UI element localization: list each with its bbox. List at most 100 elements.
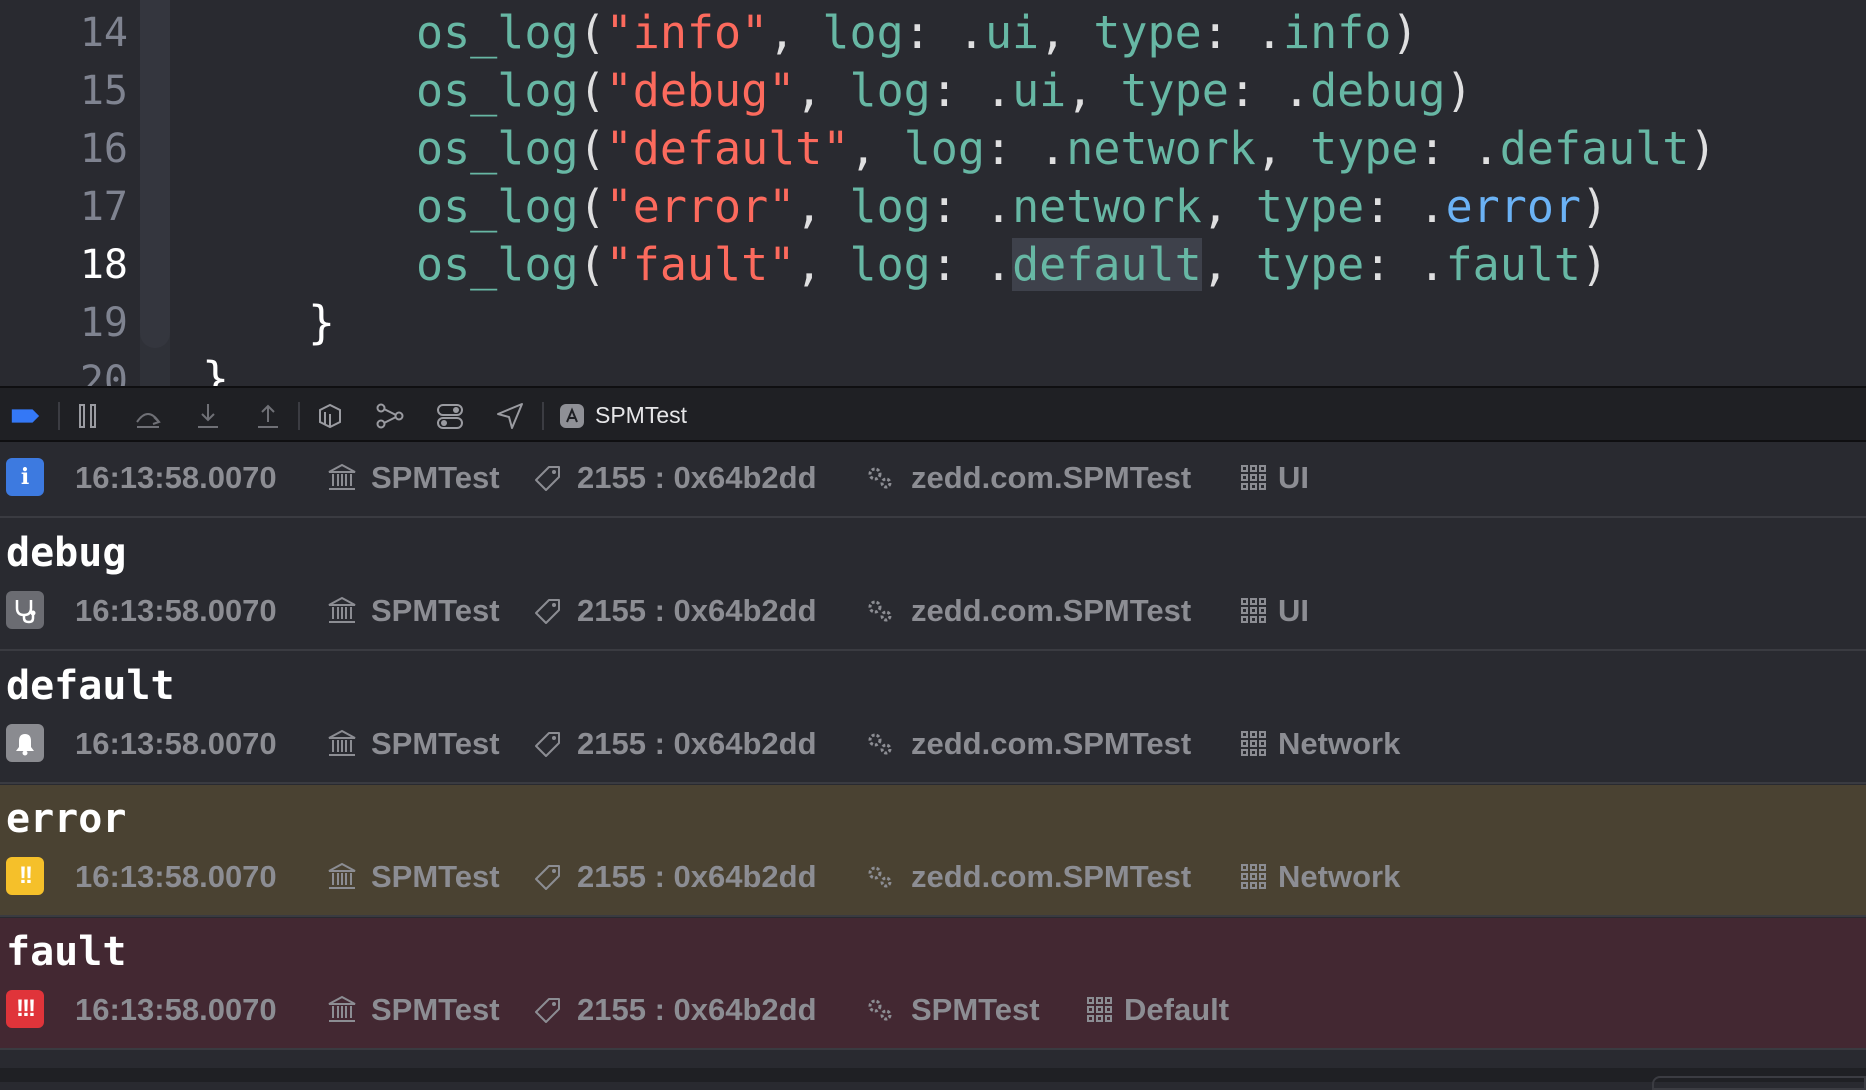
function-name: os_log [416, 180, 579, 233]
code-line-current[interactable]: os_log("fault", log: .default, type: .fa… [416, 236, 1608, 294]
log-process-thread[interactable]: 2155 : 0x64b2dd [577, 857, 817, 897]
step-over-icon[interactable] [132, 400, 164, 432]
log-process-thread[interactable]: 2155 : 0x64b2dd [577, 724, 817, 764]
stethoscope-icon [6, 591, 44, 629]
memory-graph-icon[interactable] [374, 400, 406, 432]
subsystem-gears-icon [864, 728, 896, 760]
dot: . [1039, 122, 1067, 175]
log-entry-debug[interactable]: debug 16:13:58.0070 SPMTest 2155 : 0x64b2dd… [0, 519, 1866, 651]
log-library[interactable]: SPMTest [371, 990, 500, 1030]
function-name: os_log [416, 64, 579, 117]
log-value: default [1012, 238, 1202, 291]
tag-icon [532, 861, 564, 893]
log-metadata: 16:13:58.0070 SPMTest 2155 : 0x64b2dd zedd.… [0, 724, 1866, 764]
log-subsystem[interactable]: SPMTest [911, 990, 1040, 1030]
colon: : [930, 180, 985, 233]
log-message: error [6, 796, 127, 842]
log-metadata: !!! 16:13:58.0070 SPMTest 2155 : 0x64b2dd SP… [0, 990, 1866, 1030]
console-log[interactable]: info i 16:13:58.0070 SPMTest 2155 : 0x64b2dd… [0, 442, 1866, 1082]
dot: . [984, 64, 1013, 117]
code-line[interactable]: os_log("debug", log: .ui, type: .debug) [416, 62, 1473, 120]
log-subsystem[interactable]: zedd.com.SPMTest [911, 724, 1191, 764]
colon: : [930, 64, 985, 117]
category-grid-icon [1238, 861, 1270, 893]
library-icon [326, 595, 358, 627]
target-name[interactable]: SPMTest [595, 399, 687, 431]
paren: ( [578, 6, 606, 59]
code-line[interactable]: os_log("default", log: .network, type: .… [416, 120, 1717, 178]
log-category[interactable]: Default [1124, 990, 1229, 1030]
type-value: info [1283, 6, 1392, 59]
source-editor[interactable]: 14 15 16 17 18 19 20 os_log("info", log:… [0, 0, 1866, 386]
log-category[interactable]: Network [1278, 724, 1400, 764]
comma: , [1201, 238, 1256, 291]
log-subsystem[interactable]: zedd.com.SPMTest [911, 458, 1191, 498]
log-entry-default[interactable]: default 16:13:58.0070 SPMTest 2155 : 0x64b2… [0, 652, 1866, 784]
log-category[interactable]: UI [1278, 591, 1309, 631]
log-library[interactable]: SPMTest [371, 458, 500, 498]
argument-label: type [1255, 180, 1365, 233]
log-process-thread[interactable]: 2155 : 0x64b2dd [577, 990, 817, 1030]
paren: ( [578, 180, 606, 233]
log-timestamp: 16:13:58.0070 [75, 992, 277, 1027]
log-library[interactable]: SPMTest [371, 724, 500, 764]
colon: : [1228, 64, 1283, 117]
environment-overrides-icon[interactable] [434, 400, 466, 432]
log-library[interactable]: SPMTest [371, 857, 500, 897]
log-subsystem[interactable]: zedd.com.SPMTest [911, 857, 1191, 897]
log-value: network [1066, 122, 1256, 175]
argument-label: log [903, 122, 985, 175]
app-target-icon[interactable] [556, 400, 588, 432]
pause-icon[interactable] [72, 400, 104, 432]
log-message: default [6, 663, 175, 709]
code-line[interactable]: os_log("error", log: .network, type: .er… [416, 178, 1608, 236]
comma: , [795, 180, 850, 233]
function-name: os_log [416, 238, 579, 291]
debug-bar: SPMTest [0, 386, 1866, 442]
log-entry-error[interactable]: error!! 16:13:58.0070 SPMTest 2155 : 0x64b2… [0, 785, 1866, 917]
info-level-badge: i [6, 458, 44, 496]
dot: . [1255, 6, 1283, 59]
filter-field[interactable] [1652, 1076, 1866, 1090]
string-literal: "debug" [605, 64, 796, 117]
log-value: network [1012, 180, 1202, 233]
log-category[interactable]: Network [1278, 857, 1400, 897]
library-icon [326, 462, 358, 494]
dot: . [1418, 180, 1446, 233]
tag-icon [532, 595, 564, 627]
closing-brace: } [308, 296, 336, 349]
toolbar-divider [542, 402, 544, 430]
log-value: ui [1012, 64, 1067, 117]
paren: ( [578, 238, 606, 291]
subsystem-gears-icon [864, 861, 896, 893]
log-library[interactable]: SPMTest [371, 591, 500, 631]
breakpoints-toggle-icon[interactable] [9, 400, 43, 432]
log-process-thread[interactable]: 2155 : 0x64b2dd [577, 591, 817, 631]
log-value: ui [984, 6, 1040, 59]
string-literal: "default" [605, 122, 850, 175]
log-entry-fault[interactable]: fault!!! 16:13:58.0070 SPMTest 2155 : 0x64b… [0, 918, 1866, 1050]
type-value: debug [1310, 64, 1446, 117]
log-timestamp: 16:13:58.0070 [75, 460, 277, 495]
log-process-thread[interactable]: 2155 : 0x64b2dd [577, 458, 817, 498]
log-category[interactable]: UI [1278, 458, 1309, 498]
console-bottom-bar [0, 1068, 1866, 1090]
string-literal: "fault" [605, 238, 796, 291]
view-hierarchy-icon[interactable] [314, 400, 346, 432]
paren: ) [1689, 122, 1717, 175]
library-icon [326, 728, 358, 760]
toolbar-divider [298, 402, 300, 430]
step-out-icon[interactable] [252, 400, 284, 432]
step-into-icon[interactable] [192, 400, 224, 432]
log-timestamp: 16:13:58.0070 [75, 593, 277, 628]
comma: , [1039, 6, 1094, 59]
simulate-location-icon[interactable] [494, 400, 526, 432]
log-subsystem[interactable]: zedd.com.SPMTest [911, 591, 1191, 631]
colon: : [1418, 122, 1473, 175]
type-value: default [1499, 122, 1690, 175]
code-line[interactable]: os_log("info", log: .ui, type: .info) [416, 4, 1418, 62]
paren: ( [578, 122, 606, 175]
log-message: debug [6, 530, 127, 576]
log-entry-info[interactable]: info i 16:13:58.0070 SPMTest 2155 : 0x64b2dd… [0, 442, 1866, 518]
code-area[interactable]: os_log("info", log: .ui, type: .info) os… [0, 0, 1866, 386]
